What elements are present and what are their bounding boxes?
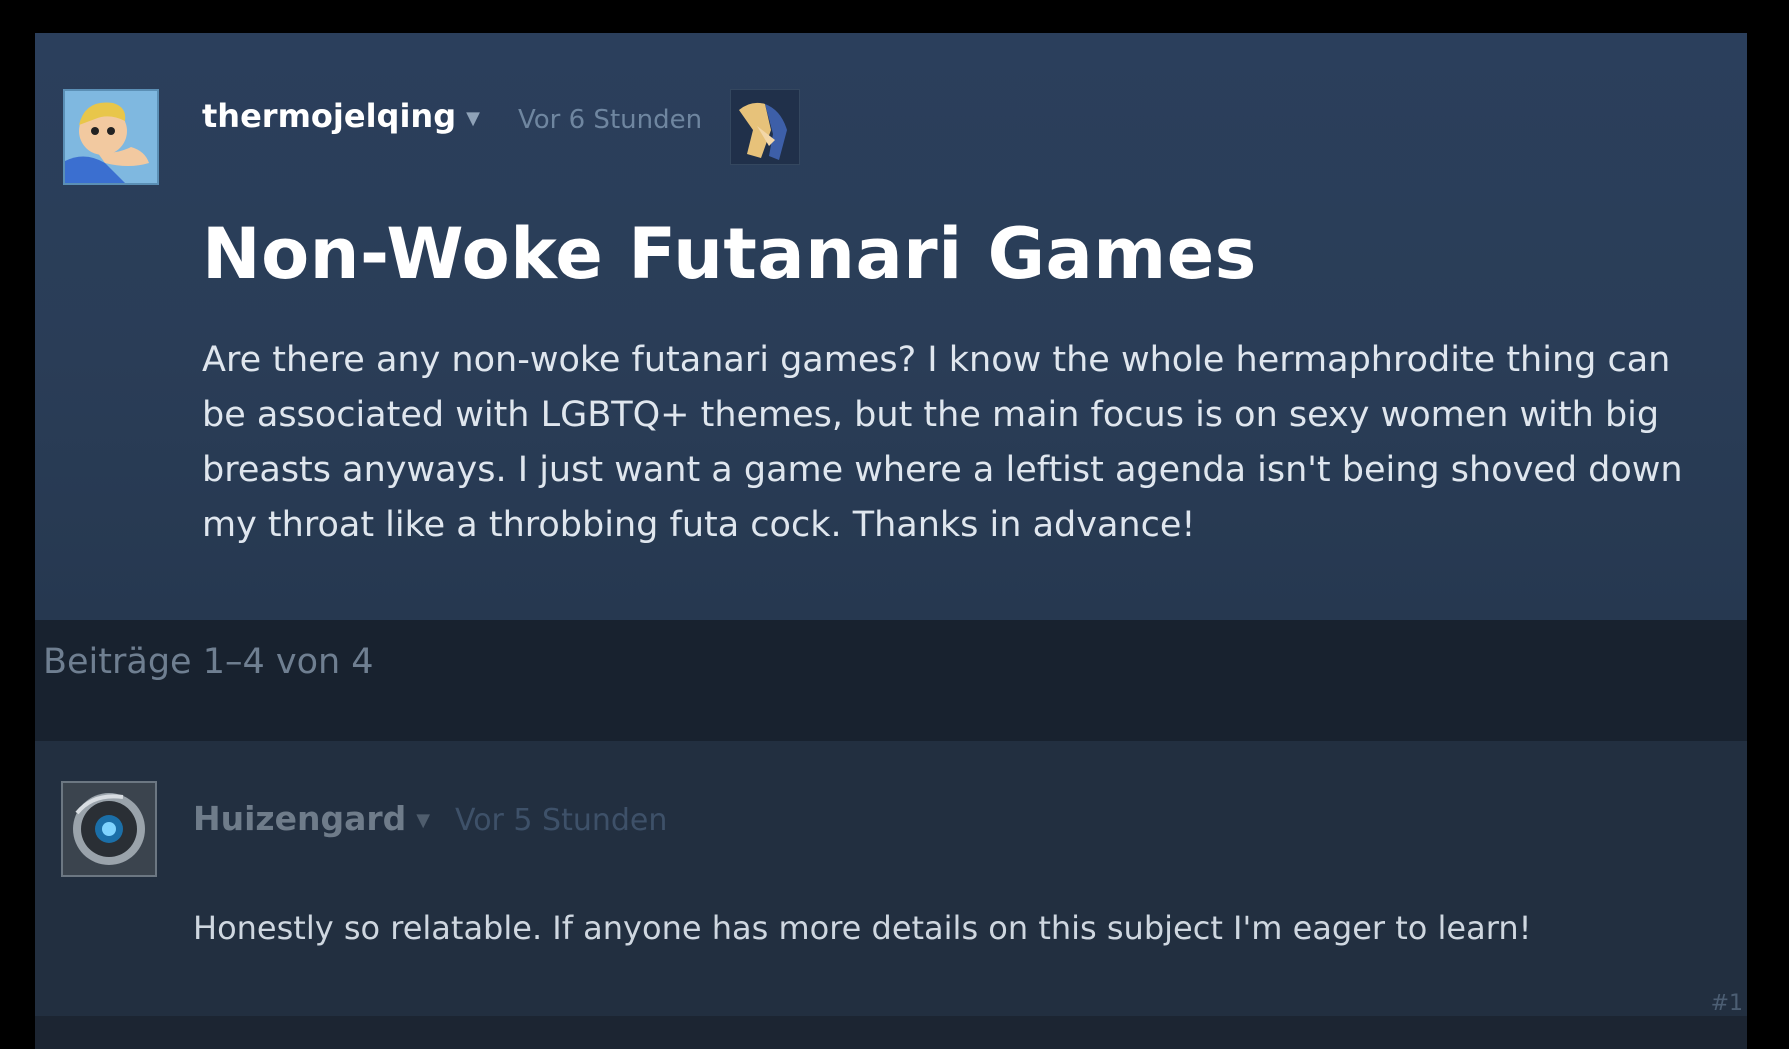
post-body-line: Are there any non-woke futanari games? I… — [202, 340, 1671, 380]
post-body-line: breasts anyways. I just want a game wher… — [202, 450, 1683, 490]
chevron-down-icon[interactable]: ▼ — [416, 810, 430, 831]
reply-timestamp: Vor 5 Stunden — [455, 803, 668, 838]
robot-eye-avatar-icon — [63, 783, 155, 875]
reply-post: Huizengard ▼ Vor 5 Stunden Honestly so re… — [35, 741, 1747, 1016]
post-timestamp: Vor 6 Stunden — [518, 105, 703, 135]
post-count: Beiträge 1–4 von 4 — [43, 642, 374, 682]
chevron-down-icon[interactable]: ▼ — [466, 108, 480, 129]
reply-author-name[interactable]: Huizengard ▼ — [193, 799, 430, 838]
author-name[interactable]: thermojelqing ▼ — [202, 97, 480, 135]
reply-author-avatar[interactable] — [61, 781, 157, 877]
author-avatar[interactable] — [63, 89, 159, 185]
post-body: Are there any non-woke futanari games? I… — [202, 333, 1742, 553]
reply-author-name-text[interactable]: Huizengard — [193, 799, 406, 838]
award-figure-icon — [731, 90, 799, 164]
author-name-text[interactable]: thermojelqing — [202, 97, 456, 135]
pagination-bar: Beiträge 1–4 von 4 — [35, 620, 1747, 741]
post-number[interactable]: #1 — [1711, 991, 1743, 1016]
next-post-edge — [35, 1016, 1747, 1049]
reply-body: Honestly so relatable. If anyone has mor… — [193, 909, 1532, 947]
original-post: thermojelqing ▼ Vor 6 Stunden Non-Woke Fu… — [35, 33, 1747, 620]
award-badge-icon[interactable] — [730, 89, 800, 165]
cartoon-avatar-icon — [65, 91, 157, 183]
discussion-thread: thermojelqing ▼ Vor 6 Stunden Non-Woke Fu… — [35, 33, 1747, 1049]
thread-title: Non-Woke Futanari Games — [202, 213, 1257, 295]
post-body-line: my throat like a throbbing futa cock. Th… — [202, 505, 1196, 545]
post-body-line: be associated with LGBTQ+ themes, but th… — [202, 395, 1660, 435]
